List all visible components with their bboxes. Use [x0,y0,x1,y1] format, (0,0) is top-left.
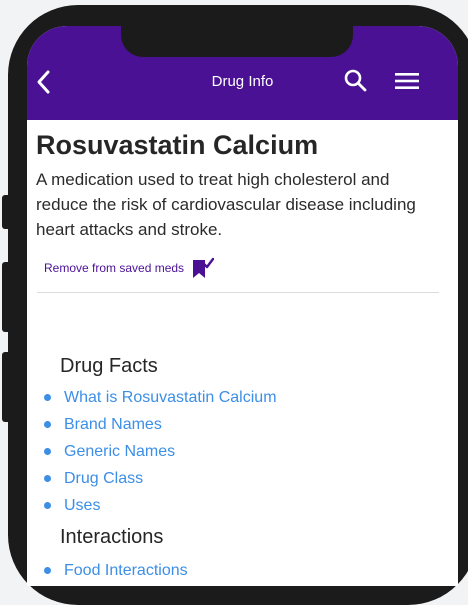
phone-side-button [2,262,12,332]
drug-name: Rosuvastatin Calcium [36,130,319,160]
phone-side-button [2,352,12,422]
link-brand-names[interactable]: Brand Names [27,411,277,438]
app-screen: Drug Info Rosuvastatin Calcium A medicat… [27,26,458,586]
bullet [44,502,51,509]
bullet [44,394,51,401]
bullet [44,448,51,455]
interactions-links: Food Interactions [27,557,188,584]
link-generic-names[interactable]: Generic Names [27,438,277,465]
remove-saved-med-button[interactable]: Remove from saved meds [44,257,215,279]
divider [37,292,439,293]
hamburger-menu-icon[interactable] [395,72,419,90]
link-label: Drug Class [64,470,144,487]
section-title-drug-facts: Drug Facts [60,355,158,377]
link-label: Food Interactions [64,562,188,579]
link-drug-class[interactable]: Drug Class [27,465,277,492]
bullet [44,475,51,482]
bullet [44,421,51,428]
link-label: Uses [64,497,101,514]
remove-saved-med-label: Remove from saved meds [44,261,185,275]
section-title-interactions: Interactions [60,526,164,548]
link-label: What is Rosuvastatin Calcium [64,389,277,406]
bookmark-check-icon [193,257,215,278]
drug-description: A medication used to treat high choleste… [36,170,416,239]
link-what-is-drug[interactable]: What is Rosuvastatin Calcium [27,384,277,411]
link-uses[interactable]: Uses [27,492,277,519]
link-food-interactions[interactable]: Food Interactions [27,557,188,584]
phone-side-button [2,195,12,229]
page-title: Drug Info [211,73,274,90]
search-icon[interactable] [343,68,367,92]
phone-notch [121,26,353,57]
link-label: Generic Names [64,443,176,460]
link-label: Brand Names [64,416,162,433]
drug-facts-links: What is Rosuvastatin Calcium Brand Names… [27,384,277,519]
bullet [44,567,51,574]
